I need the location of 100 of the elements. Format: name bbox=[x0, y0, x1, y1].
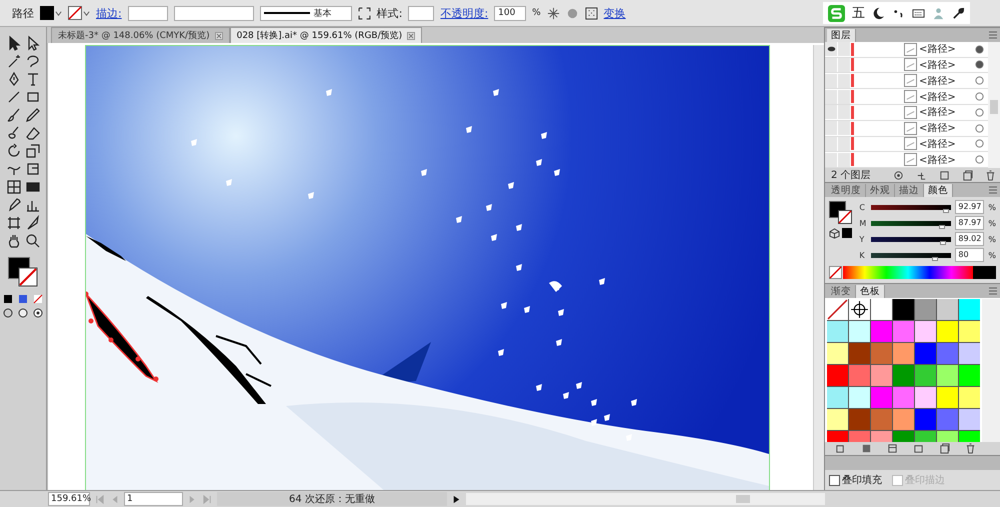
layer-row[interactable]: <路径> bbox=[825, 136, 988, 152]
panel-tab[interactable]: 颜色 bbox=[924, 184, 953, 197]
lock-toggle[interactable] bbox=[838, 58, 850, 72]
layer-row[interactable]: <路径> bbox=[825, 120, 988, 136]
lock-toggle[interactable] bbox=[838, 105, 850, 120]
caret-icon[interactable] bbox=[55, 10, 62, 16]
opacity-link[interactable]: 不透明度: bbox=[440, 6, 488, 20]
color-swatch[interactable] bbox=[842, 228, 852, 238]
color-swatch[interactable] bbox=[827, 386, 848, 408]
page-dropdown[interactable]: 1 bbox=[124, 492, 183, 506]
rotate-icon[interactable] bbox=[6, 143, 22, 159]
color-swatch[interactable] bbox=[893, 342, 914, 364]
fill-stroke-swatch[interactable] bbox=[6, 255, 40, 287]
moon-icon[interactable] bbox=[872, 6, 885, 20]
target-icon[interactable] bbox=[975, 155, 984, 164]
color-swatch[interactable] bbox=[871, 342, 892, 364]
color-swatch[interactable] bbox=[915, 386, 936, 408]
lock-toggle[interactable] bbox=[838, 74, 850, 88]
layer-row[interactable]: <路径> bbox=[825, 73, 988, 90]
none-color-icon[interactable] bbox=[829, 266, 842, 279]
lock-toggle[interactable] bbox=[838, 90, 850, 104]
lock-toggle[interactable] bbox=[838, 42, 850, 56]
visibility-toggle[interactable] bbox=[825, 90, 837, 104]
color-swatch[interactable] bbox=[915, 364, 936, 386]
overprint-checkbox[interactable]: 叠印填充 bbox=[829, 473, 882, 488]
color-swatch[interactable] bbox=[937, 386, 958, 408]
pencil-icon[interactable] bbox=[24, 107, 40, 123]
panel-menu-icon[interactable] bbox=[987, 286, 997, 295]
transform-link[interactable]: 变换 bbox=[604, 6, 626, 20]
target-icon[interactable] bbox=[975, 108, 984, 117]
color-swatch[interactable] bbox=[871, 364, 892, 386]
draw-inside-icon[interactable] bbox=[32, 307, 44, 319]
wrench-icon[interactable] bbox=[952, 6, 965, 20]
draw-normal-icon[interactable] bbox=[2, 307, 14, 319]
lock-toggle[interactable] bbox=[838, 136, 850, 151]
color-swatch[interactable] bbox=[893, 408, 914, 430]
none-mode-icon[interactable] bbox=[32, 293, 44, 305]
stroke-weight-field[interactable] bbox=[128, 6, 168, 20]
slider-thumb[interactable] bbox=[940, 240, 946, 245]
color-swatch[interactable] bbox=[915, 320, 936, 342]
document-tab[interactable]: 028 [转换].ai* @ 159.61% (RGB/预览) bbox=[230, 27, 422, 43]
color-swatch[interactable] bbox=[937, 408, 958, 430]
color-swatch[interactable] bbox=[849, 408, 870, 430]
swatch-options-icon[interactable] bbox=[887, 442, 898, 454]
layer-row[interactable]: <路径> bbox=[825, 89, 988, 105]
new-group-icon[interactable] bbox=[913, 442, 924, 454]
fill-color-dropdown[interactable] bbox=[40, 6, 62, 20]
slider-thumb[interactable] bbox=[938, 224, 945, 229]
channel-value-field[interactable]: 89.02 bbox=[955, 232, 984, 246]
artboard-icon[interactable] bbox=[6, 215, 22, 231]
color-swatch[interactable] bbox=[849, 342, 870, 364]
color-swatch[interactable] bbox=[937, 342, 958, 364]
visibility-toggle[interactable] bbox=[825, 105, 837, 120]
new-sublayer-icon[interactable] bbox=[939, 170, 950, 181]
target-icon[interactable] bbox=[975, 92, 984, 101]
color-swatch[interactable] bbox=[959, 342, 980, 364]
free-transform-icon[interactable] bbox=[24, 161, 40, 177]
visibility-toggle[interactable] bbox=[825, 58, 837, 72]
color-swatch[interactable] bbox=[871, 320, 892, 342]
color-swatch[interactable] bbox=[827, 408, 848, 430]
color-swatch[interactable] bbox=[893, 298, 914, 320]
layers-tab[interactable]: 图层 bbox=[827, 28, 856, 42]
crosshair-swatch[interactable] bbox=[849, 298, 870, 320]
color-swatch[interactable] bbox=[849, 320, 870, 342]
lock-toggle[interactable] bbox=[838, 121, 850, 136]
knife-icon[interactable] bbox=[24, 215, 40, 231]
swatch-kind-icon[interactable] bbox=[861, 442, 872, 454]
color-swatch[interactable] bbox=[827, 364, 848, 386]
caret-icon[interactable] bbox=[83, 10, 90, 16]
visibility-toggle[interactable] bbox=[825, 42, 837, 56]
target-icon[interactable] bbox=[975, 139, 984, 148]
color-swatch[interactable] bbox=[827, 342, 848, 364]
color-swatch[interactable] bbox=[893, 364, 914, 386]
panel-tab[interactable]: 色板 bbox=[856, 284, 885, 298]
blob-brush-icon[interactable] bbox=[6, 125, 22, 141]
color-swatch[interactable] bbox=[937, 320, 958, 342]
color-swatch[interactable] bbox=[959, 320, 980, 342]
color-spectrum-bar[interactable] bbox=[843, 266, 996, 279]
color-swatch[interactable] bbox=[959, 408, 980, 430]
visibility-toggle[interactable] bbox=[825, 136, 837, 151]
lasso-icon[interactable] bbox=[24, 53, 40, 69]
visibility-toggle[interactable] bbox=[825, 74, 837, 88]
cube-icon[interactable] bbox=[829, 228, 840, 239]
channel-value-field[interactable]: 87.97 bbox=[955, 216, 984, 230]
horizontal-scrollbar[interactable] bbox=[466, 493, 825, 505]
none-swatch[interactable] bbox=[827, 298, 848, 320]
color-swatch[interactable] bbox=[959, 298, 980, 320]
brush-icon[interactable] bbox=[6, 107, 22, 123]
stroke-link[interactable]: 描边: bbox=[96, 6, 122, 20]
trash-icon[interactable] bbox=[985, 170, 996, 181]
channel-slider[interactable] bbox=[871, 236, 952, 242]
sparkle-icon[interactable] bbox=[546, 6, 560, 20]
search-icon[interactable] bbox=[24, 233, 40, 249]
vertical-scrollbar[interactable] bbox=[813, 45, 824, 493]
stroke-style-dropdown[interactable]: 基本 bbox=[260, 6, 352, 20]
new-swatch-icon[interactable] bbox=[939, 442, 950, 454]
channel-slider[interactable] bbox=[871, 252, 952, 258]
trash-icon[interactable] bbox=[965, 442, 976, 454]
color-swatch[interactable] bbox=[915, 298, 936, 320]
swatches-scrollbar[interactable] bbox=[982, 298, 1000, 442]
